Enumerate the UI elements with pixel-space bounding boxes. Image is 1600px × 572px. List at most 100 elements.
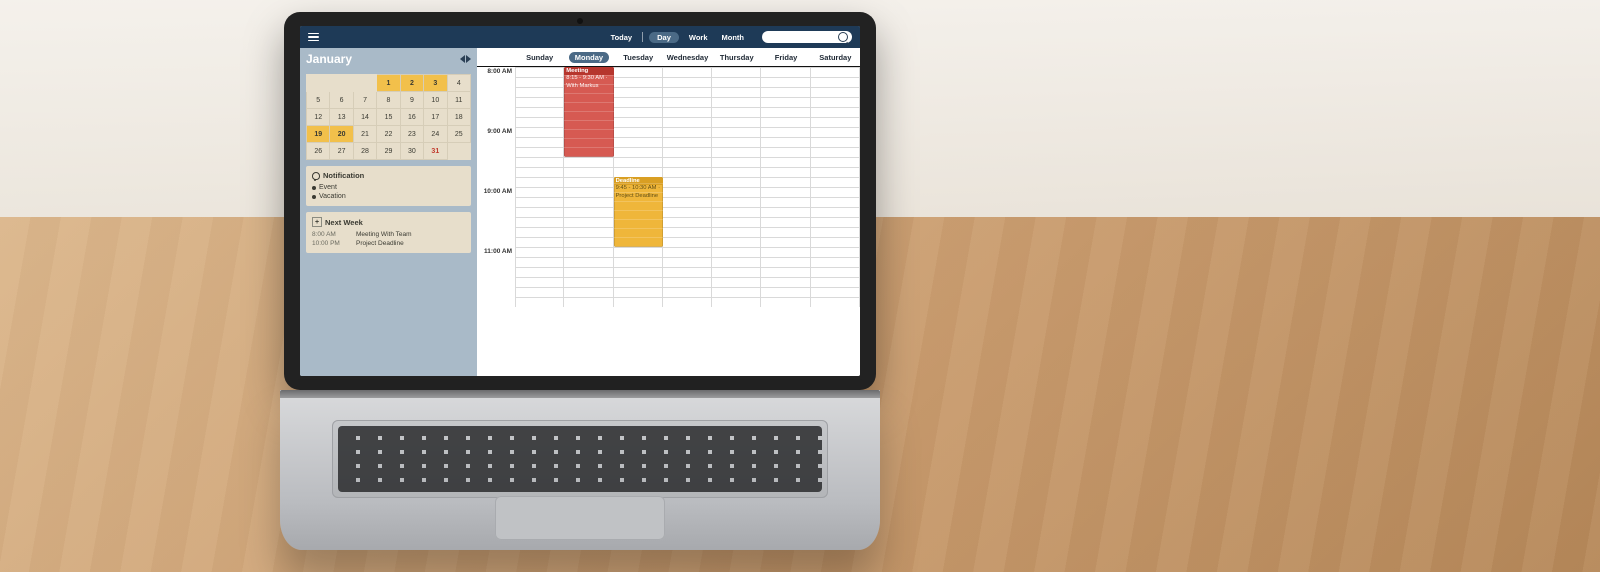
grid-cell[interactable] bbox=[811, 127, 860, 137]
grid-cell[interactable] bbox=[663, 257, 712, 267]
grid-cell[interactable] bbox=[515, 217, 564, 227]
grid-cell[interactable] bbox=[761, 117, 810, 127]
mini-cal-day[interactable]: 29 bbox=[377, 143, 400, 160]
weekday-saturday[interactable]: Saturday bbox=[811, 53, 860, 62]
grid-cell[interactable] bbox=[712, 107, 761, 117]
grid-cell[interactable] bbox=[515, 127, 564, 137]
grid-cell[interactable] bbox=[564, 237, 613, 247]
grid-cell[interactable] bbox=[712, 167, 761, 177]
grid-cell[interactable] bbox=[712, 177, 761, 187]
next-week-item[interactable]: 10:00 PMProject Deadline bbox=[312, 239, 465, 248]
mini-cal-day[interactable]: 14 bbox=[353, 109, 376, 126]
grid-cell[interactable] bbox=[515, 207, 564, 217]
grid-cell[interactable] bbox=[811, 87, 860, 97]
mini-cal-day[interactable]: 8 bbox=[377, 92, 400, 109]
grid-cell[interactable] bbox=[712, 297, 761, 307]
grid-cell[interactable] bbox=[712, 197, 761, 207]
grid-cell[interactable] bbox=[663, 217, 712, 227]
grid-cell[interactable] bbox=[564, 197, 613, 207]
grid-cell[interactable] bbox=[515, 137, 564, 147]
grid-cell[interactable] bbox=[761, 187, 810, 197]
mini-cal-day[interactable]: 15 bbox=[377, 109, 400, 126]
grid-cell[interactable] bbox=[663, 157, 712, 167]
mini-cal-day[interactable]: 1 bbox=[377, 75, 400, 92]
view-month[interactable]: Month bbox=[718, 33, 749, 42]
grid-cell[interactable] bbox=[614, 127, 663, 137]
mini-cal-day[interactable]: 3 bbox=[424, 75, 447, 92]
grid-cell[interactable] bbox=[614, 247, 663, 257]
grid-cell[interactable] bbox=[614, 157, 663, 167]
grid-cell[interactable] bbox=[761, 287, 810, 297]
grid-cell[interactable] bbox=[614, 147, 663, 157]
mini-cal-day[interactable]: 20 bbox=[330, 126, 353, 143]
time-grid[interactable]: 8:00 AM9:00 AM10:00 AM11:00 AMMeeting8:1… bbox=[477, 67, 860, 376]
grid-cell[interactable] bbox=[663, 187, 712, 197]
next-week-item[interactable]: 8:00 AMMeeting With Team bbox=[312, 230, 465, 239]
grid-cell[interactable] bbox=[811, 97, 860, 107]
grid-cell[interactable] bbox=[811, 257, 860, 267]
mini-cal-day[interactable]: 12 bbox=[307, 109, 330, 126]
grid-cell[interactable] bbox=[515, 87, 564, 97]
grid-cell[interactable] bbox=[564, 177, 613, 187]
mini-calendar[interactable]: 1234567891011121314151617181920212223242… bbox=[306, 74, 471, 160]
grid-cell[interactable] bbox=[811, 287, 860, 297]
grid-cell[interactable] bbox=[515, 297, 564, 307]
view-day[interactable]: Day bbox=[649, 32, 679, 43]
grid-cell[interactable] bbox=[515, 227, 564, 237]
mini-cal-day[interactable]: 25 bbox=[447, 126, 470, 143]
grid-cell[interactable] bbox=[712, 67, 761, 77]
grid-cell[interactable] bbox=[811, 67, 860, 77]
grid-cell[interactable] bbox=[761, 67, 810, 77]
grid-cell[interactable] bbox=[811, 277, 860, 287]
grid-cell[interactable] bbox=[614, 137, 663, 147]
grid-cell[interactable] bbox=[515, 147, 564, 157]
mini-cal-day[interactable]: 5 bbox=[307, 92, 330, 109]
grid-cell[interactable] bbox=[564, 217, 613, 227]
grid-cell[interactable] bbox=[811, 207, 860, 217]
grid-cell[interactable] bbox=[811, 117, 860, 127]
grid-cell[interactable] bbox=[663, 147, 712, 157]
grid-cell[interactable] bbox=[564, 297, 613, 307]
grid-cell[interactable] bbox=[811, 297, 860, 307]
grid-cell[interactable] bbox=[663, 87, 712, 97]
mini-cal-day[interactable]: 9 bbox=[400, 92, 423, 109]
grid-cell[interactable] bbox=[614, 67, 663, 77]
grid-cell[interactable] bbox=[712, 147, 761, 157]
grid-cell[interactable] bbox=[811, 77, 860, 87]
grid-cell[interactable] bbox=[614, 287, 663, 297]
mini-cal-day[interactable]: 27 bbox=[330, 143, 353, 160]
grid-cell[interactable] bbox=[515, 267, 564, 277]
grid-cell[interactable] bbox=[761, 297, 810, 307]
grid-cell[interactable] bbox=[564, 257, 613, 267]
grid-cell[interactable] bbox=[663, 167, 712, 177]
grid-cell[interactable] bbox=[712, 137, 761, 147]
grid-cell[interactable] bbox=[515, 197, 564, 207]
mini-cal-day[interactable]: 13 bbox=[330, 109, 353, 126]
grid-cell[interactable] bbox=[614, 107, 663, 117]
grid-cell[interactable] bbox=[811, 247, 860, 257]
weekday-thursday[interactable]: Thursday bbox=[712, 53, 761, 62]
grid-cell[interactable] bbox=[712, 77, 761, 87]
grid-cell[interactable] bbox=[712, 267, 761, 277]
grid-cell[interactable] bbox=[761, 77, 810, 87]
notification-item[interactable]: Vacation bbox=[312, 192, 465, 201]
grid-cell[interactable] bbox=[663, 277, 712, 287]
grid-cell[interactable] bbox=[564, 187, 613, 197]
grid-cell[interactable] bbox=[761, 277, 810, 287]
grid-cell[interactable] bbox=[761, 217, 810, 227]
grid-cell[interactable] bbox=[564, 277, 613, 287]
mini-cal-day[interactable]: 2 bbox=[400, 75, 423, 92]
grid-cell[interactable] bbox=[761, 97, 810, 107]
grid-cell[interactable] bbox=[712, 257, 761, 267]
grid-cell[interactable] bbox=[663, 297, 712, 307]
grid-cell[interactable] bbox=[663, 207, 712, 217]
grid-cell[interactable] bbox=[811, 267, 860, 277]
mini-cal-day[interactable]: 19 bbox=[307, 126, 330, 143]
grid-cell[interactable] bbox=[811, 197, 860, 207]
grid-cell[interactable] bbox=[614, 97, 663, 107]
grid-cell[interactable] bbox=[515, 257, 564, 267]
grid-cell[interactable] bbox=[811, 177, 860, 187]
mini-cal-day[interactable]: 30 bbox=[400, 143, 423, 160]
mini-cal-day[interactable]: 18 bbox=[447, 109, 470, 126]
grid-cell[interactable] bbox=[663, 107, 712, 117]
